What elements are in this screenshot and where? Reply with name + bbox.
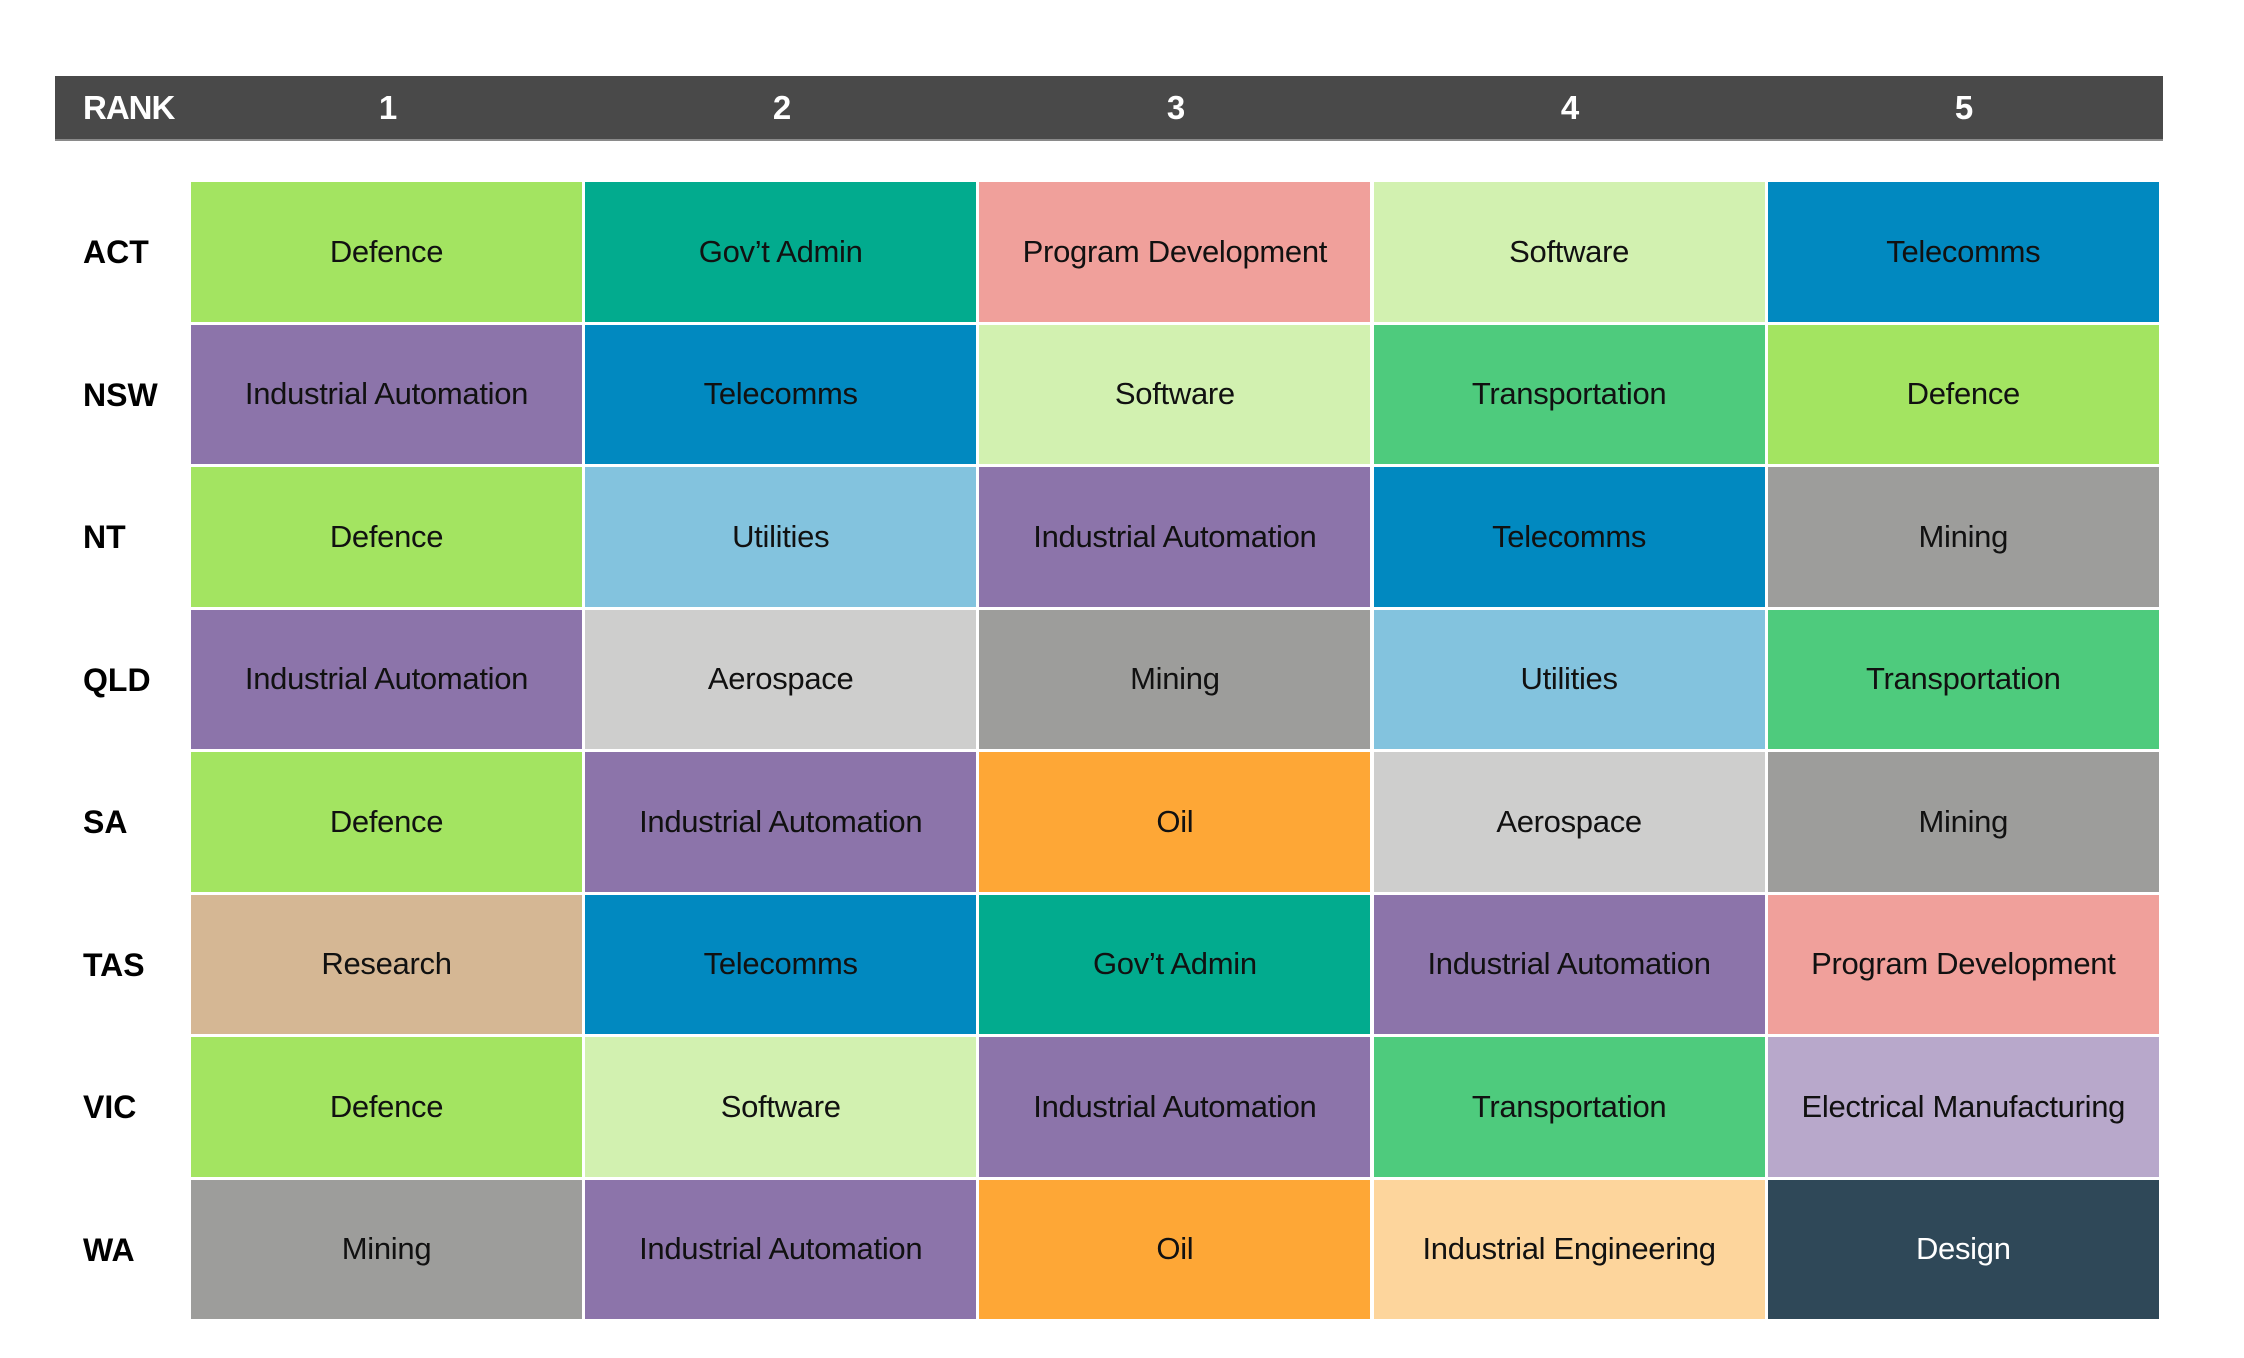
industry-cell: Gov’t Admin — [585, 182, 977, 322]
industry-cell: Oil — [979, 752, 1371, 892]
rank-header-2: 2 — [772, 89, 792, 126]
rank-header-label: RANK — [83, 89, 175, 126]
industry-cell: Aerospace — [585, 609, 977, 749]
state-label-sa: SA — [83, 804, 128, 840]
industry-cell: Utilities — [585, 467, 977, 607]
state-label-act: ACT — [83, 234, 149, 270]
industry-cell: Design — [1767, 1179, 2159, 1319]
industry-cell: Industrial Automation — [979, 1037, 1371, 1177]
rank-header-4: 4 — [1560, 89, 1580, 126]
industry-cell: Transportation — [1373, 324, 1765, 464]
industry-cell: Gov’t Admin — [979, 894, 1371, 1034]
state-label-vic: VIC — [83, 1089, 137, 1125]
industry-rank-grid: Defence Gov’t Admin Program Development Sof… — [191, 182, 2162, 1322]
industry-cell: Mining — [1767, 467, 2159, 607]
industry-cell: Defence — [191, 752, 582, 892]
rank-header-1: 1 — [378, 89, 398, 126]
industry-cell: Defence — [1767, 324, 2159, 464]
state-label-nsw: NSW — [83, 376, 158, 413]
industry-cell: Aerospace — [1373, 752, 1765, 892]
industry-cell: Industrial Automation — [191, 324, 582, 464]
rank-header-3: 3 — [1166, 89, 1186, 126]
industry-cell: Electrical Manufacturing — [1767, 1037, 2159, 1177]
state-label-wa: WA — [83, 1231, 135, 1268]
industry-cell: Defence — [191, 182, 582, 322]
industry-cell: Mining — [191, 1179, 582, 1319]
industry-cell: Software — [1373, 182, 1765, 322]
industry-cell: Mining — [979, 609, 1371, 749]
industry-cell: Industrial Engineering — [1373, 1179, 1765, 1319]
industry-cell: Research — [191, 894, 582, 1034]
industry-cell: Industrial Automation — [585, 1179, 977, 1319]
state-label-nt: NT — [83, 519, 126, 555]
industry-cell: Oil — [979, 1179, 1371, 1319]
industry-cell: Industrial Automation — [191, 609, 582, 749]
industry-cell: Telecomms — [1767, 182, 2159, 322]
rank-header-bar: RANK 1 2 3 4 5 — [55, 76, 2163, 141]
industry-cell: Program Development — [1767, 894, 2159, 1034]
state-label-tas: TAS — [83, 946, 145, 983]
rank-header-5: 5 — [1954, 89, 1974, 126]
industry-cell: Defence — [191, 1037, 582, 1177]
industry-cell: Transportation — [1373, 1037, 1765, 1177]
industry-cell: Industrial Automation — [585, 752, 977, 892]
industry-cell: Telecomms — [1373, 467, 1765, 607]
industry-cell: Telecomms — [585, 894, 977, 1034]
state-label-qld: QLD — [83, 661, 151, 698]
industry-cell: Telecomms — [585, 324, 977, 464]
industry-cell: Industrial Automation — [979, 467, 1371, 607]
industry-cell: Transportation — [1767, 609, 2159, 749]
industry-cell: Defence — [191, 467, 582, 607]
industry-cell: Utilities — [1373, 609, 1765, 749]
industry-cell: Mining — [1767, 752, 2159, 892]
industry-cell: Program Development — [979, 182, 1371, 322]
industry-cell: Industrial Automation — [1373, 894, 1765, 1034]
industry-cell: Software — [585, 1037, 977, 1177]
industry-cell: Software — [979, 324, 1371, 464]
